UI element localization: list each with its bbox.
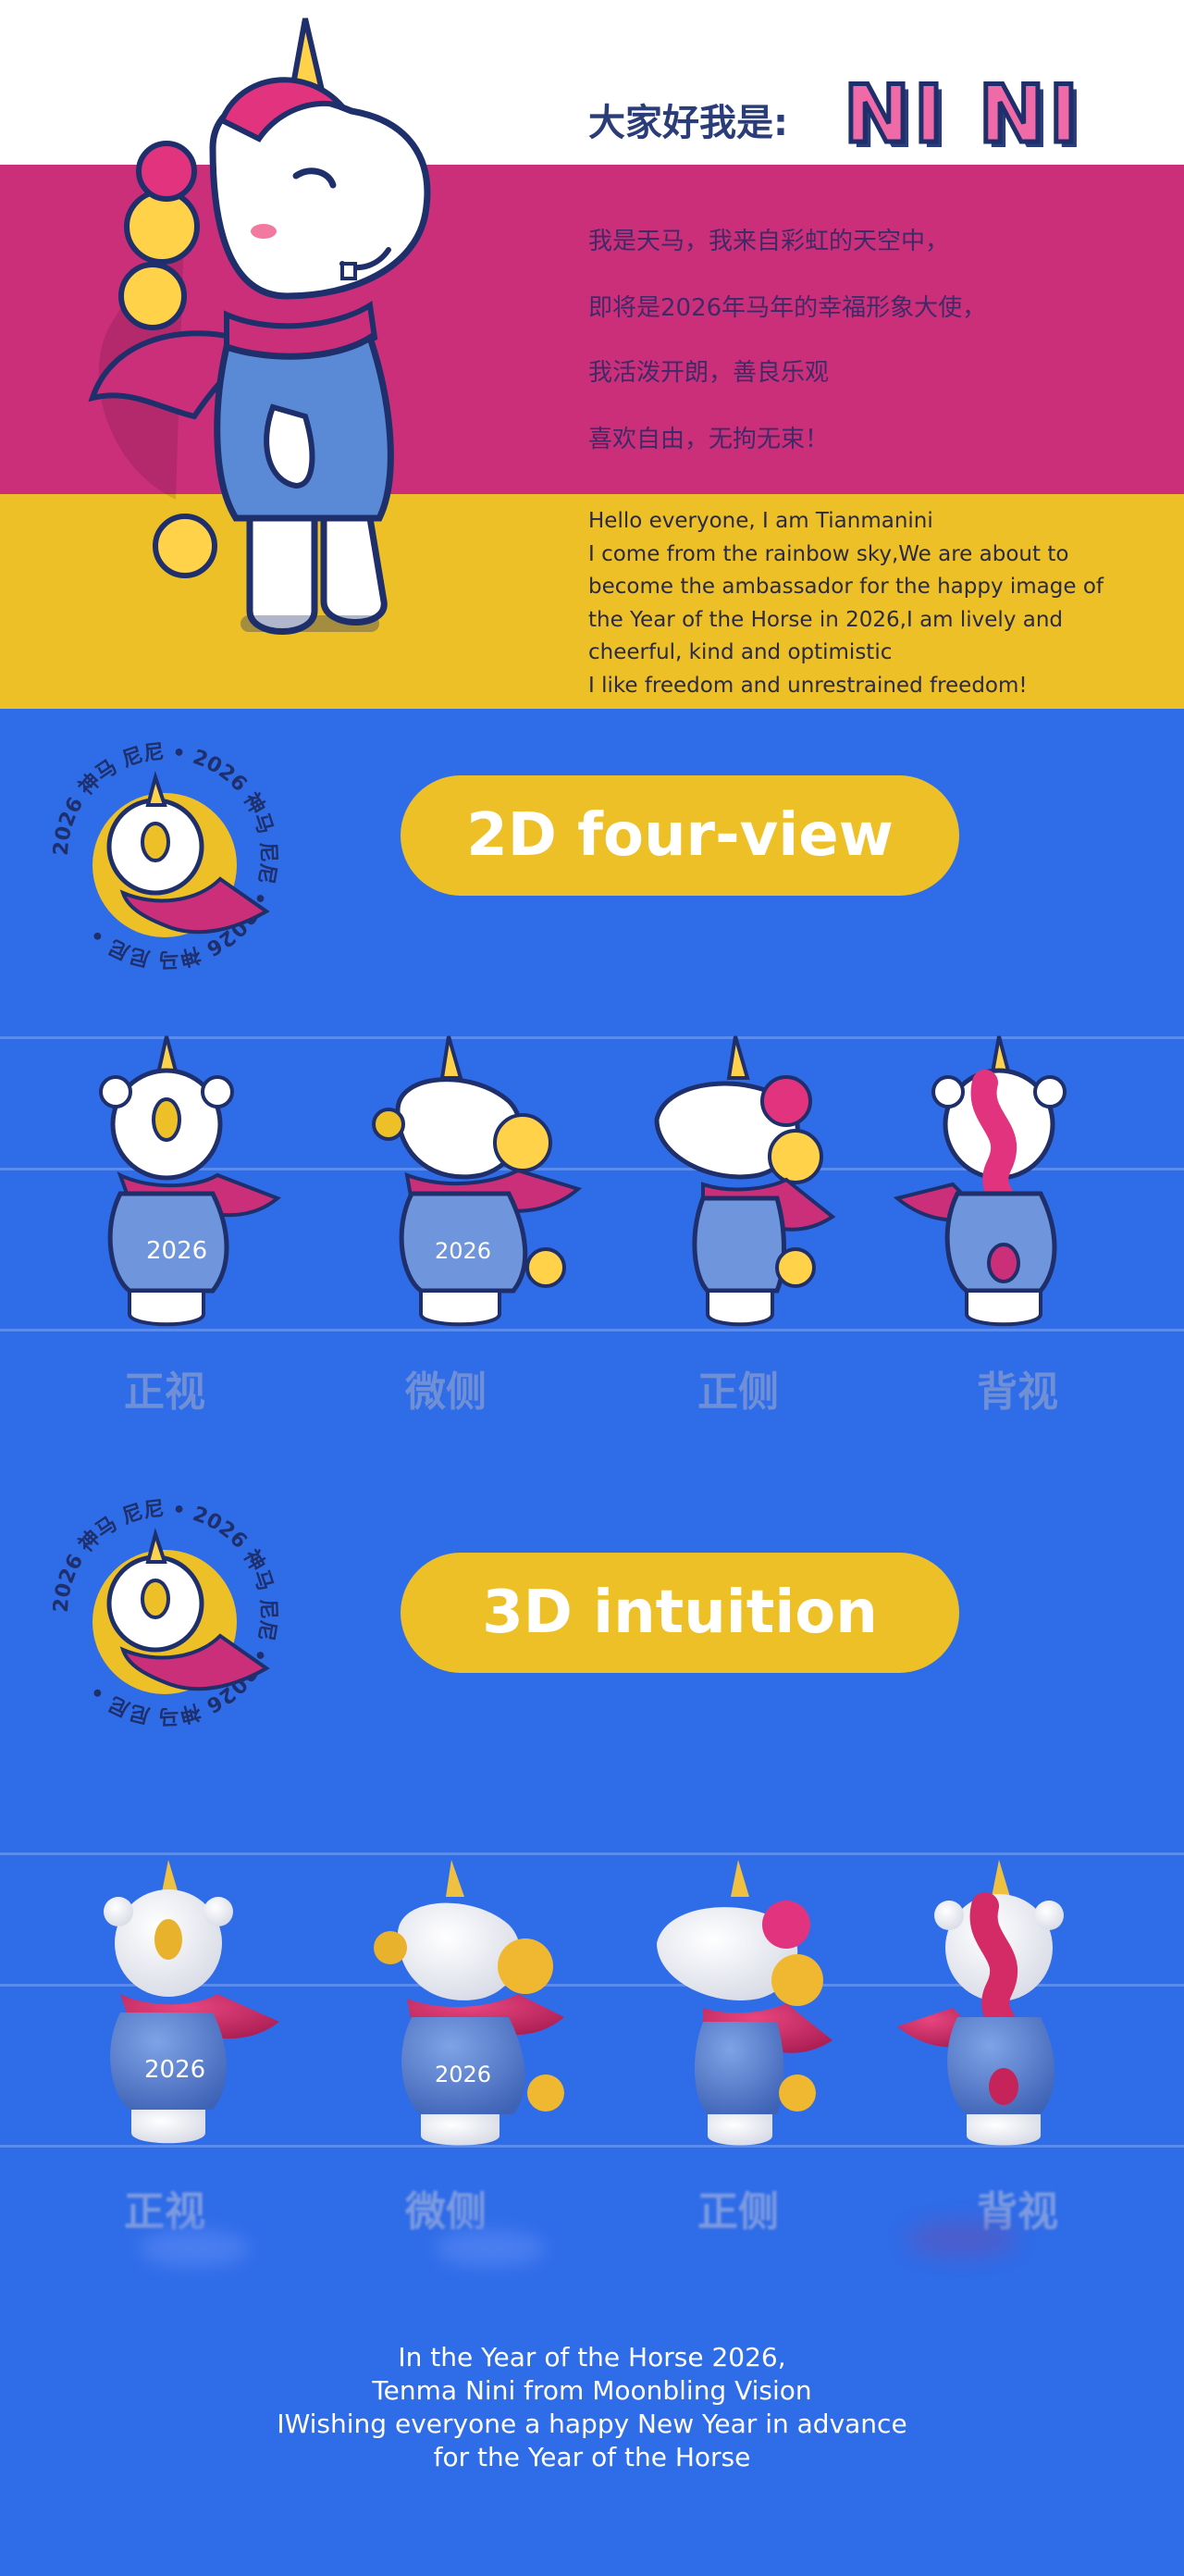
view-label-front-2d: 正视 [124, 1368, 205, 1416]
intro-greeting: 大家好我是: [588, 102, 788, 144]
reflection [435, 2230, 546, 2267]
view-label-front-3d: 正视 [124, 2188, 205, 2235]
intro-english-text: Hello everyone, I am Tianmanini I come f… [588, 505, 1143, 702]
mascot-3d-side-render [657, 1860, 832, 2146]
footer-line: In the Year of the Horse 2026, [398, 2342, 786, 2372]
reflection [906, 2221, 1018, 2258]
mascot-3d-front-render: 2026 [104, 1860, 279, 2144]
view-label-back-2d: 背视 [977, 1368, 1058, 1416]
view-label-side-3d: 正侧 [697, 2188, 779, 2235]
view-label-three-quarter-2d: 微侧 [405, 1368, 487, 1416]
mascot-2d-side-view [654, 1035, 836, 1327]
section-title-3d: 3D intuition [401, 1553, 959, 1673]
section-title-2d: 2D four-view [401, 775, 959, 896]
mascot-2d-three-quarter-view: 2026 [372, 1035, 583, 1327]
intro-en-line: the Year of the Horse in 2026,I am livel… [588, 607, 1064, 632]
shirt-text: 2026 [435, 2062, 491, 2087]
shirt-text: 2026 [144, 2056, 205, 2084]
intro-cn-line: 我活泼开朗，善良乐观 [588, 359, 830, 387]
intro-cn-line: 我是天马，我来自彩虹的天空中， [588, 228, 950, 255]
intro-en-line: I come from the rainbow sky,We are about… [588, 541, 1069, 566]
mascot-3d-three-quarter-render: 2026 [374, 1860, 564, 2146]
nini-badge-2d: 2026 神马 尼尼 • 2026 神马 尼尼 • 2026 神马 尼尼 • [50, 741, 280, 972]
nini-logo: NI NI [842, 67, 1082, 164]
reflection [139, 2230, 250, 2267]
mascot-2d-back-view [893, 1035, 1067, 1327]
intro-cn-line: 即将是2026年马年的幸福形象大使， [588, 294, 987, 322]
footer-message: In the Year of the Horse 2026, Tenma Nin… [0, 2341, 1184, 2474]
view-label-three-quarter-3d: 微侧 [405, 2188, 487, 2235]
mascot-3d-back-render [897, 1860, 1064, 2146]
footer-line: Tenma Nini from Moonbling Vision [372, 2375, 812, 2406]
mascot-main-illustration [88, 18, 431, 635]
intro-en-line: I like freedom and unrestrained freedom! [588, 673, 1028, 698]
footer-line: for the Year of the Horse [433, 2442, 751, 2472]
view-label-side-2d: 正侧 [697, 1368, 779, 1416]
intro-cn-line: 喜欢自由，无拘无束！ [588, 426, 830, 453]
intro-en-line: Hello everyone, I am Tianmanini [588, 509, 933, 533]
nini-badge-3d: 2026 神马 尼尼 • 2026 神马 尼尼 • 2026 神马 尼尼 • [50, 1498, 280, 1728]
mascot-2d-front-view: 2026 [99, 1035, 281, 1327]
footer-line: IWishing everyone a happy New Year in ad… [277, 2409, 907, 2439]
intro-en-line: cheerful, kind and optimistic [588, 640, 893, 664]
shirt-text: 2026 [435, 1238, 491, 1264]
shirt-text: 2026 [146, 1237, 207, 1265]
intro-en-line: become the ambassador for the happy imag… [588, 575, 1104, 599]
